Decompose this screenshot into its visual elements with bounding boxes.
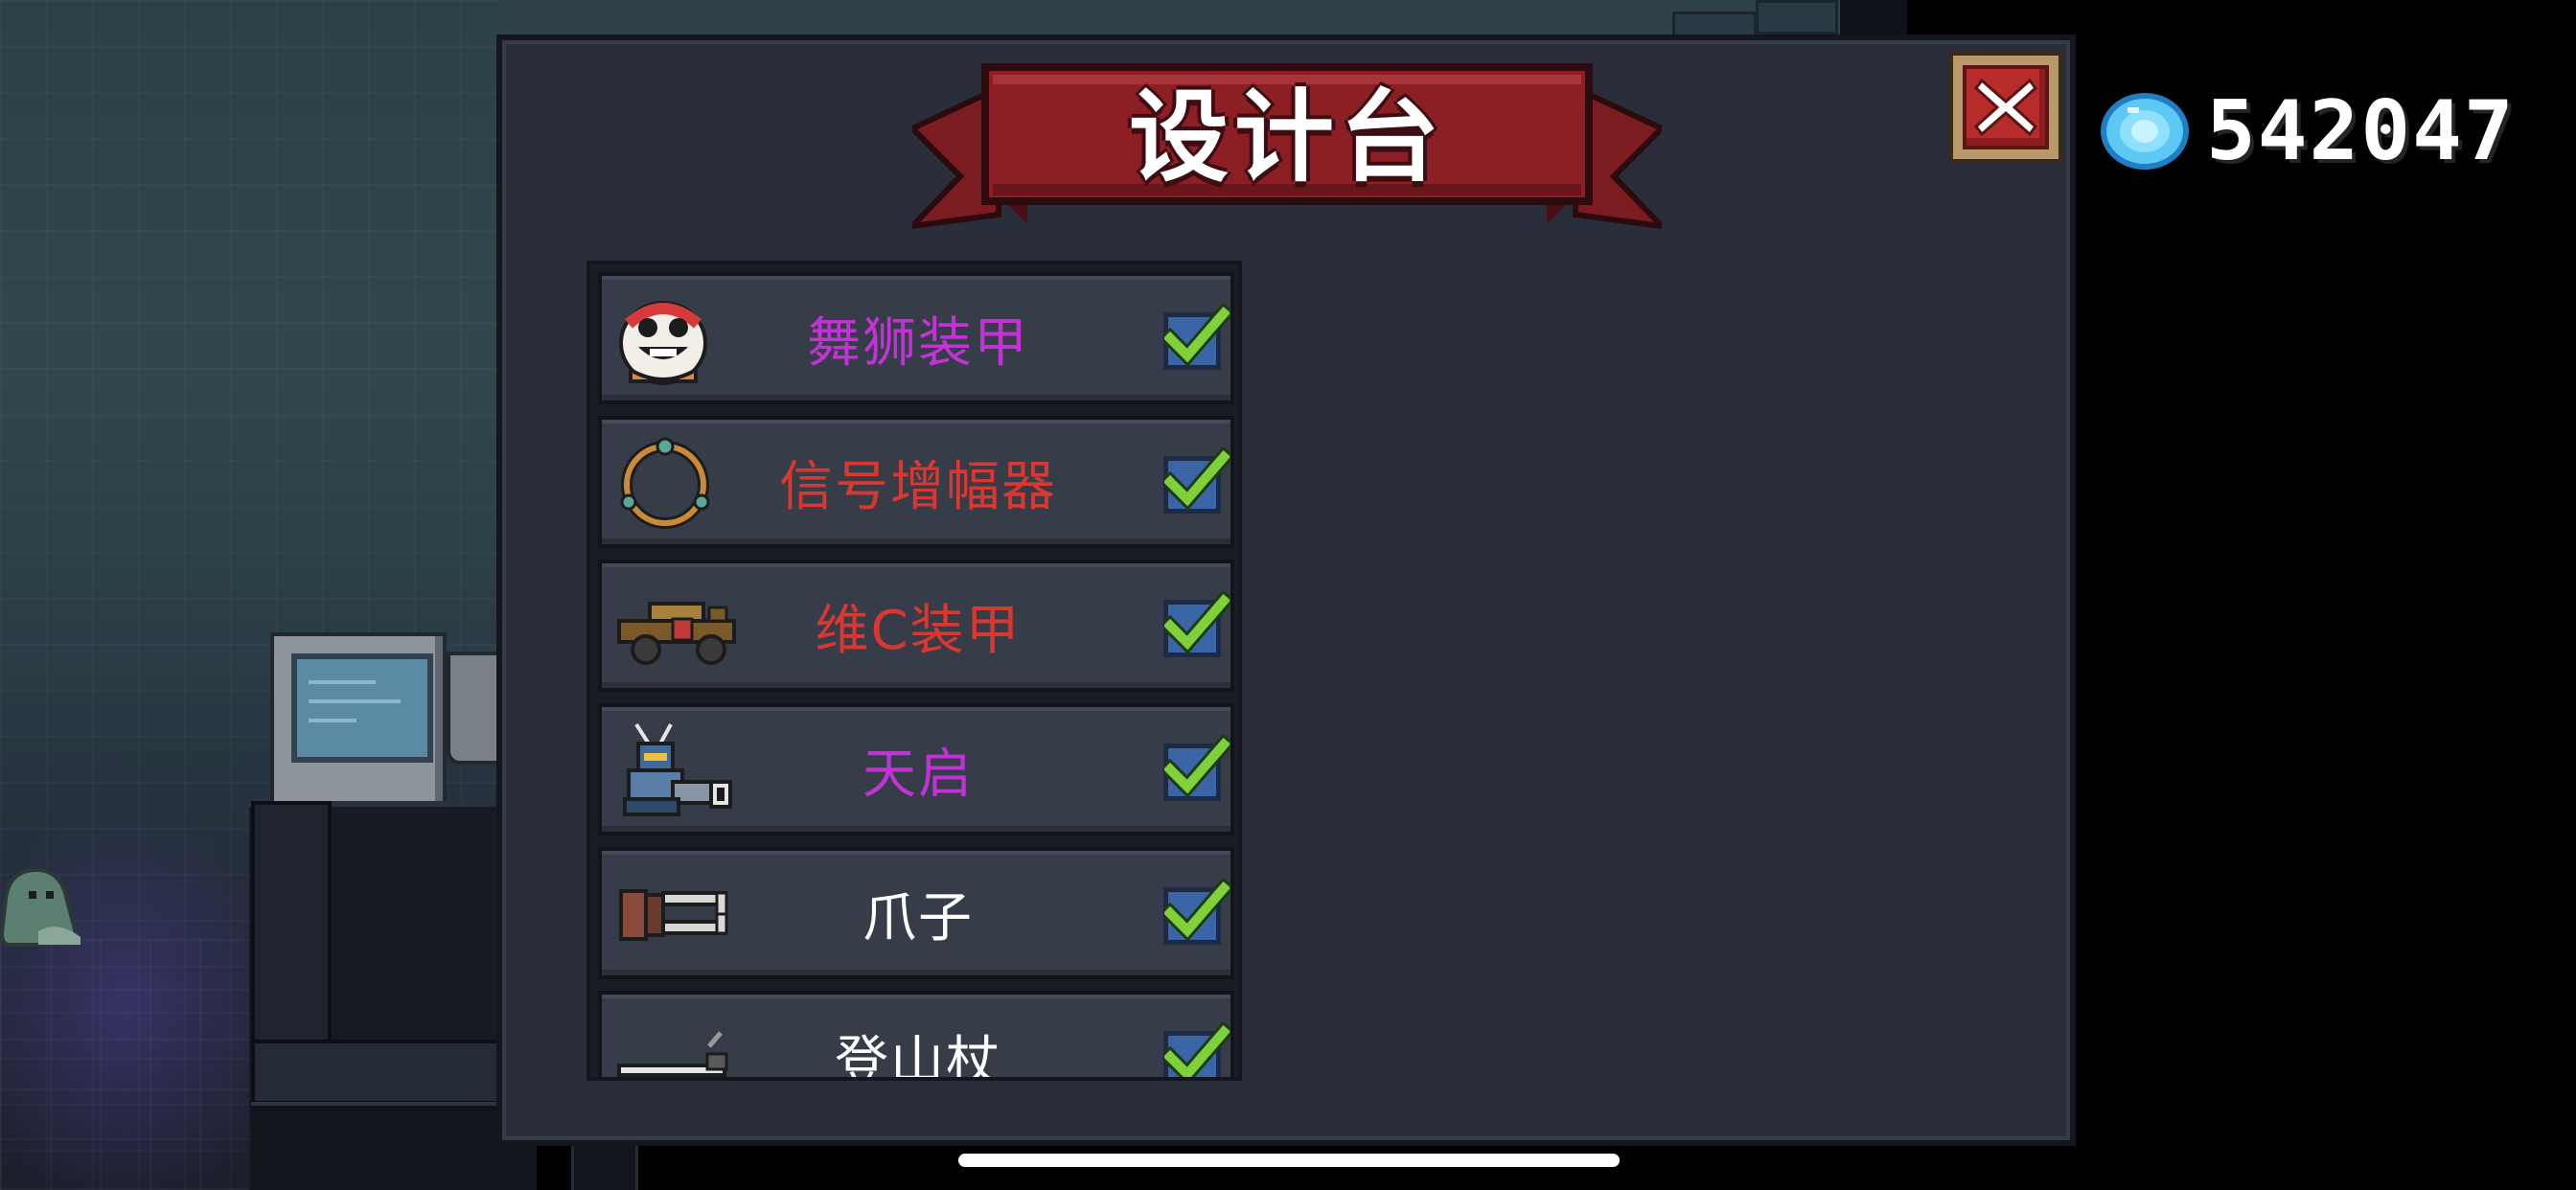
ring-amplifier-icon xyxy=(620,437,710,529)
list-item[interactable]: 信号增幅器 xyxy=(598,416,1234,548)
home-indicator[interactable] xyxy=(958,1154,1620,1167)
checkmark-icon xyxy=(1164,591,1230,654)
blueprint-list[interactable]: 舞狮装甲 信号增幅器 维C装甲 天启 爪子 登山杖 xyxy=(586,261,1242,1081)
item-name: 登山杖 xyxy=(835,1030,1001,1081)
close-icon xyxy=(1974,78,2037,137)
list-item[interactable]: 天启 xyxy=(598,703,1234,835)
checkmark-icon xyxy=(1164,879,1230,942)
computer-screen xyxy=(291,653,433,763)
item-checkbox[interactable] xyxy=(1163,304,1230,370)
item-checkbox[interactable] xyxy=(1163,735,1230,801)
floor-tiles xyxy=(0,939,249,1190)
hiking-pole-icon xyxy=(617,1031,728,1077)
checkmark-icon xyxy=(1164,735,1230,798)
item-checkbox[interactable] xyxy=(1163,591,1230,657)
item-name: 维C装甲 xyxy=(815,599,1022,662)
item-name: 爪子 xyxy=(862,886,974,950)
checkmark-icon xyxy=(1164,447,1230,511)
gem-icon xyxy=(2101,93,2189,170)
vitamin-c-cannon-icon xyxy=(617,602,736,665)
seal-creature-icon xyxy=(0,867,80,947)
list-item[interactable]: 舞狮装甲 xyxy=(598,272,1234,404)
currency-amount: 542047 xyxy=(2206,83,2516,179)
list-item[interactable]: 爪子 xyxy=(598,847,1234,979)
page-title: 设计台 xyxy=(1128,78,1445,195)
list-item[interactable]: 维C装甲 xyxy=(598,560,1234,692)
close-button-face xyxy=(1963,65,2049,149)
desk-leg xyxy=(251,801,332,1048)
item-checkbox[interactable] xyxy=(1163,1022,1230,1077)
claw-icon xyxy=(619,889,728,941)
game-screen: 设计台 542047 舞狮装甲 信号增幅器 维C装甲 天启 爪子 登山杖 xyxy=(0,0,2576,1190)
background-crate xyxy=(1756,0,1838,34)
list-item[interactable]: 登山杖 xyxy=(598,991,1234,1081)
lion-dance-mask-icon xyxy=(619,301,707,385)
item-name: 天启 xyxy=(862,743,974,806)
item-checkbox[interactable] xyxy=(1163,447,1230,514)
currency-display: 542047 xyxy=(2099,83,2516,179)
computer-terminal xyxy=(270,632,447,822)
item-name: 信号增幅器 xyxy=(779,455,1057,518)
checkmark-icon xyxy=(1164,304,1230,367)
checkmark-icon xyxy=(1164,1022,1230,1077)
desk-floor xyxy=(251,1102,537,1190)
close-button[interactable] xyxy=(1949,52,2062,163)
item-checkbox[interactable] xyxy=(1163,879,1230,945)
apocalypse-mech-icon xyxy=(623,722,732,816)
item-name: 舞狮装甲 xyxy=(807,311,1029,375)
